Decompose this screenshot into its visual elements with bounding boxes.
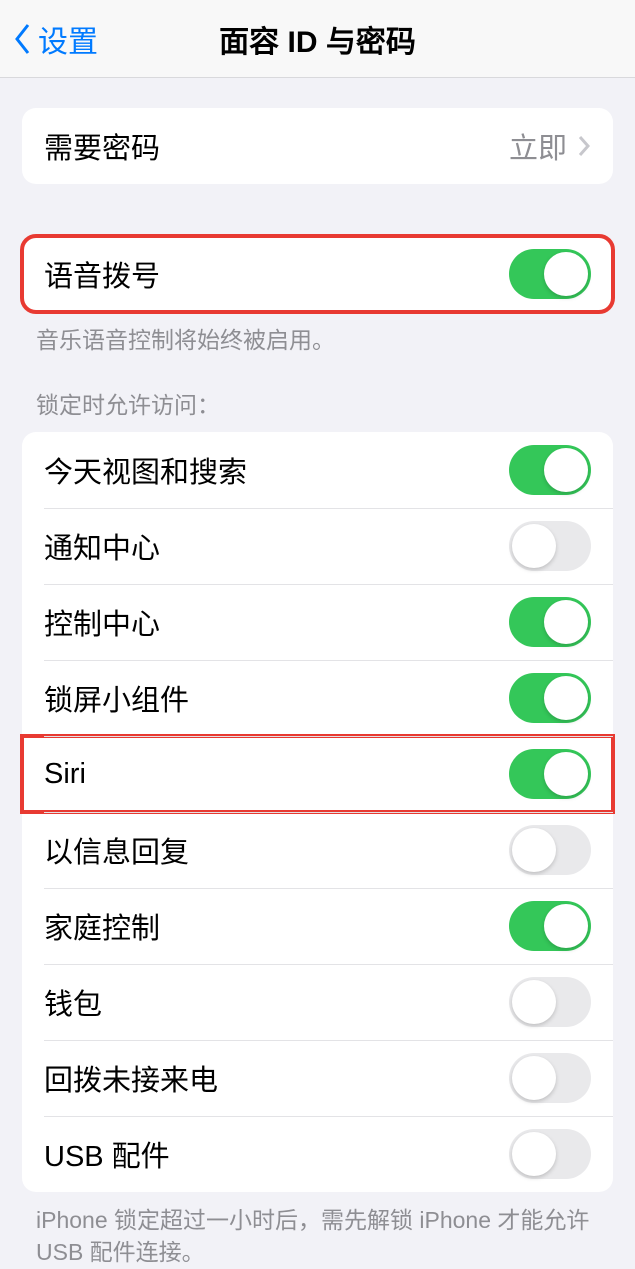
voice-dial-toggle[interactable] [509,249,591,299]
voice-dial-label: 语音拨号 [44,253,509,295]
lock-access-row: 通知中心 [22,508,613,584]
lock-access-toggle[interactable] [509,673,591,723]
lock-access-toggle[interactable] [509,825,591,875]
lock-access-group: 今天视图和搜索通知中心控制中心锁屏小组件 Siri 以信息回复家庭控制钱包回拨未接来… [22,432,613,1192]
lock-access-row: 锁屏小组件 [22,660,613,736]
lock-access-row: 钱包 [22,964,613,1040]
lock-access-toggle[interactable] [509,445,591,495]
lock-access-toggle[interactable] [509,1053,591,1103]
lock-access-toggle[interactable] [509,901,591,951]
lock-access-label: USB 配件 [44,1133,509,1175]
lock-access-row: 回拨未接来电 [22,1040,613,1116]
require-passcode-group: 需要密码 立即 [22,108,613,184]
chevron-right-icon [577,134,591,158]
lock-access-row: Siri [22,736,613,812]
back-button[interactable]: 设置 [12,17,98,61]
chevron-left-icon [12,22,32,56]
lock-access-label: 通知中心 [44,525,509,567]
require-passcode-row[interactable]: 需要密码 立即 [22,108,613,184]
lock-access-row: USB 配件 [22,1116,613,1192]
lock-access-label: 回拨未接来电 [44,1057,509,1099]
lock-access-label: 钱包 [44,981,509,1023]
require-passcode-label: 需要密码 [44,125,509,167]
back-label: 设置 [38,17,98,61]
lock-access-label: 以信息回复 [44,829,509,871]
lock-access-label: 家庭控制 [44,905,509,947]
lock-access-header: 锁定时允许访问： [0,386,635,432]
lock-access-toggle[interactable] [509,521,591,571]
lock-access-label: 控制中心 [44,601,509,643]
lock-access-label: 锁屏小组件 [44,677,509,719]
voice-dial-footer: 音乐语音控制将始终被启用。 [0,312,635,356]
lock-access-label: 今天视图和搜索 [44,449,509,491]
usb-footer: iPhone 锁定超过一小时后，需先解锁 iPhone 才能允许 USB 配件连… [0,1192,635,1268]
lock-access-toggle[interactable] [509,977,591,1027]
navigation-bar: 设置 面容 ID 与密码 [0,0,635,78]
voice-dial-group: 语音拨号 [22,236,613,312]
lock-access-row: 今天视图和搜索 [22,432,613,508]
lock-access-row: 控制中心 [22,584,613,660]
require-passcode-value: 立即 [509,125,567,167]
lock-access-row: 家庭控制 [22,888,613,964]
lock-access-toggle[interactable] [509,597,591,647]
lock-access-row: 以信息回复 [22,812,613,888]
voice-dial-row: 语音拨号 [22,236,613,312]
lock-access-label: Siri [44,758,509,791]
lock-access-toggle[interactable] [509,1129,591,1179]
page-title: 面容 ID 与密码 [219,17,416,61]
lock-access-toggle[interactable] [509,749,591,799]
